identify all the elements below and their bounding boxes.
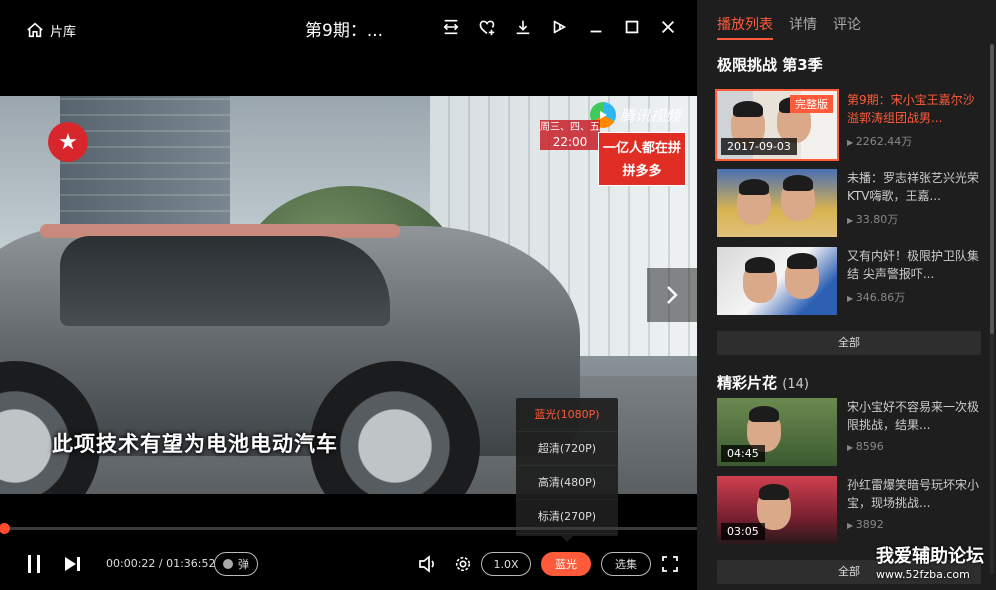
sidebar: 播放列表 详情 评论 极限挑战 第3季 完整版 2017-09-03 第9期：宋小宝王… (697, 0, 996, 590)
home-icon (27, 22, 43, 38)
volume-icon (419, 555, 434, 573)
ad-slogan: 一亿人都在拼 (602, 141, 681, 156)
volume-button[interactable] (416, 553, 438, 575)
maximize-icon[interactable] (621, 16, 643, 38)
channel-logo-icon: ★ (48, 122, 88, 162)
thumbnail-face (781, 175, 815, 221)
quality-option[interactable]: 超清(720P) (516, 432, 618, 466)
pause-icon (28, 555, 40, 573)
ad-overlay[interactable]: 一亿人都在拼 拼多多 (598, 132, 686, 186)
series-title: 极限挑战 第3季 (717, 56, 823, 74)
tencent-logo-text: 腾讯视频 (620, 106, 681, 125)
clip-duration: 03:05 (721, 523, 765, 540)
car-window (60, 236, 390, 326)
episode-thumbnail: 完整版 2017-09-03 (715, 89, 839, 161)
clips-count: (14) (782, 377, 809, 392)
time-display: 00:00:22 / 01:36:52 (106, 557, 216, 570)
episode-date: 2017-09-03 (721, 138, 797, 155)
clip-duration: 04:45 (721, 445, 765, 462)
clips-section-title: 精彩片花 (14) (717, 372, 809, 393)
watermark-text: 我爱辅助论坛 (876, 546, 984, 567)
clip-views: 3892 (847, 518, 884, 531)
clip-title: 宋小宝好不容易来一次极限挑战，结果... (847, 400, 980, 432)
chevron-right-icon (667, 286, 678, 304)
active-tab-indicator (717, 38, 773, 40)
clip-thumbnail: 04:45 (717, 398, 837, 466)
sidebar-scrollbar[interactable] (990, 44, 994, 574)
video-player: 片库 第9期：... ★ 腾讯视频 周三、四、五 22:00 一亿人都在拼 拼多… (0, 0, 697, 590)
sidebar-tabs: 播放列表 详情 评论 (717, 14, 861, 34)
schedule-badge: 周三、四、五 22:00 (540, 120, 600, 150)
fullscreen-icon (662, 556, 678, 572)
share-icon[interactable] (548, 16, 570, 38)
next-episode-button[interactable] (60, 552, 84, 576)
favorite-add-icon[interactable] (476, 16, 498, 38)
progress-bar[interactable] (0, 523, 697, 534)
library-label: 片库 (50, 24, 77, 40)
thumbnail-face (785, 253, 819, 299)
clip-item[interactable]: 03:05 孙红雷爆笑暗号玩坏宋小宝，现场挑战... 3892 (717, 476, 979, 546)
schedule-time: 22:00 (552, 135, 588, 149)
episode-title: 未播：罗志祥张艺兴光荣KTV嗨歌，王嘉... (847, 171, 980, 203)
clip-item[interactable]: 04:45 宋小宝好不容易来一次极限挑战，结果... 8596 (717, 398, 979, 468)
subtitle: 此项技术有望为电池电动汽车 (52, 432, 338, 456)
episode-item[interactable]: 未播：罗志祥张艺兴光荣KTV嗨歌，王嘉... 33.80万 (717, 169, 979, 239)
video-title: 第9期：... (305, 21, 384, 41)
watermark: 我爱辅助论坛 www.52fzba.com (876, 542, 992, 581)
pause-button[interactable] (22, 552, 46, 576)
skip-next-icon (65, 557, 80, 571)
quality-option[interactable]: 蓝光(1080P) (516, 398, 618, 432)
download-icon[interactable] (512, 16, 534, 38)
fullscreen-button[interactable] (659, 553, 681, 575)
episode-item[interactable]: 完整版 2017-09-03 第9期：宋小宝王嘉尔沙溢郭涛组团战男... 2262… (715, 89, 979, 161)
episode-thumbnail (717, 169, 837, 237)
minimize-icon[interactable] (585, 16, 607, 38)
library-button[interactable]: 片库 (26, 18, 76, 42)
toggle-knob (223, 559, 233, 569)
close-icon[interactable] (657, 16, 679, 38)
quality-option[interactable]: 高清(480P) (516, 466, 618, 500)
episode-item[interactable]: 又有内奸！极限护卫队集结 尖声警报吓... 346.86万 (717, 247, 979, 317)
tab-details[interactable]: 详情 (789, 14, 817, 34)
scrollbar-thumb[interactable] (990, 44, 994, 334)
control-bar: 00:00:22 / 01:36:52 弹 1.0X 蓝光 选集 (0, 540, 697, 590)
tab-comments[interactable]: 评论 (833, 14, 861, 34)
ad-brand: 拼多多 (622, 164, 662, 179)
episode-title: 又有内奸！极限护卫队集结 尖声警报吓... (847, 249, 980, 281)
episode-thumbnail (717, 247, 837, 315)
episode-title: 第9期：宋小宝王嘉尔沙溢郭涛组团战男... (847, 93, 975, 125)
episode-views: 2262.44万 (847, 133, 913, 149)
tencent-video-logo: 腾讯视频 (590, 102, 680, 128)
thumbnail-face (743, 257, 777, 303)
tab-playlist[interactable]: 播放列表 (717, 14, 773, 34)
schedule-days: 周三、四、五 (540, 122, 600, 133)
next-video-button[interactable] (647, 268, 697, 322)
gear-icon (455, 556, 471, 572)
thumbnail-face (737, 179, 771, 225)
clip-views: 8596 (847, 440, 884, 453)
danmaku-label: 弹 (238, 558, 249, 571)
watermark-url: www.52fzba.com (876, 568, 970, 581)
clip-title: 孙红雷爆笑暗号玩坏宋小宝，现场挑战... (847, 478, 980, 510)
quality-button[interactable]: 蓝光 (541, 552, 591, 576)
episode-views: 33.80万 (847, 211, 899, 227)
danmaku-toggle[interactable]: 弹 (214, 552, 258, 576)
title-bar: 片库 第9期：... (0, 0, 697, 56)
progress-handle[interactable] (0, 523, 11, 534)
show-all-episodes-button[interactable]: 全部 (717, 331, 981, 355)
episode-views: 346.86万 (847, 289, 906, 305)
fit-screen-icon[interactable] (440, 16, 462, 38)
quality-menu: 蓝光(1080P) 超清(720P) 高清(480P) 标清(270P) (516, 398, 618, 536)
playback-speed-button[interactable]: 1.0X (481, 552, 531, 576)
episodes-button[interactable]: 选集 (601, 552, 651, 576)
settings-button[interactable] (452, 553, 474, 575)
clip-thumbnail: 03:05 (717, 476, 837, 544)
clips-title: 精彩片花 (717, 374, 778, 392)
full-version-badge: 完整版 (790, 95, 833, 113)
